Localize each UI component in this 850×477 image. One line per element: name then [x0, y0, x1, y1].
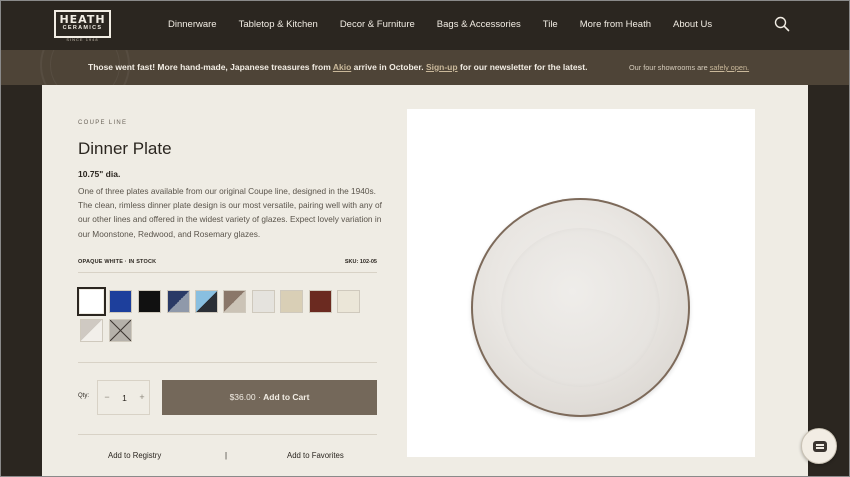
- nav-tile[interactable]: Tile: [543, 19, 558, 31]
- product-title: Dinner Plate: [78, 139, 172, 158]
- cart-separator: ·: [255, 392, 264, 402]
- swatch-navy-split[interactable]: [167, 290, 190, 313]
- swatch-black[interactable]: [138, 290, 161, 313]
- nav-decor-furniture[interactable]: Decor & Furniture: [340, 19, 415, 31]
- swatch-opaque-white[interactable]: [77, 287, 106, 316]
- swatch-cobalt[interactable]: [109, 290, 132, 313]
- divider-bottom: [78, 434, 377, 435]
- announcement-text: Those went fast! More hand-made, Japanes…: [88, 62, 587, 72]
- akio-link[interactable]: Akio: [333, 62, 351, 72]
- swatch-cream[interactable]: [337, 290, 360, 313]
- glaze-meta-row: OPAQUE WHITE · IN STOCK SKU: 102-05: [78, 259, 377, 273]
- safely-open-link[interactable]: safely open.: [710, 63, 749, 72]
- product-panel: COUPE LINE Dinner Plate 10.75" dia. One …: [42, 85, 808, 477]
- chat-icon: [813, 441, 827, 452]
- cart-label: Add to Cart: [263, 392, 310, 402]
- nav-tabletop-kitchen[interactable]: Tabletop & Kitchen: [239, 19, 318, 31]
- announcement-text-2: arrive in October.: [353, 62, 424, 72]
- search-icon: [774, 16, 790, 32]
- cart-price: $36.00: [229, 392, 256, 402]
- announcement-text-3: for our newsletter for the latest.: [459, 62, 588, 72]
- heath-logo[interactable]: HEATH CERAMICS: [54, 10, 111, 38]
- announcement-bar: Those went fast! More hand-made, Japanes…: [0, 50, 850, 85]
- swatch-brown-split[interactable]: [223, 290, 246, 313]
- add-to-registry-link[interactable]: Add to Registry: [108, 451, 161, 460]
- swatch-sky-split[interactable]: [195, 290, 218, 313]
- qty-label: Qty:: [78, 393, 90, 399]
- showrooms-notice: Our four showrooms are safely open.: [629, 63, 749, 72]
- logo-since: SINCE 1948: [66, 37, 99, 42]
- showrooms-text: Our four showrooms are: [629, 63, 708, 72]
- qty-increment-button[interactable]: +: [137, 392, 147, 402]
- glaze-status: OPAQUE WHITE · IN STOCK: [78, 259, 157, 265]
- link-separator: |: [225, 451, 228, 460]
- nav-bags-accessories[interactable]: Bags & Accessories: [437, 19, 521, 31]
- add-to-cart-button[interactable]: $36.00 · Add to Cart: [162, 380, 377, 415]
- search-button[interactable]: [774, 16, 790, 32]
- logo-wordmark: HEATH: [59, 13, 106, 26]
- product-description: One of three plates available from our o…: [78, 186, 382, 239]
- add-to-favorites-link[interactable]: Add to Favorites: [287, 451, 344, 460]
- dinner-plate-image: [471, 198, 690, 417]
- plate-surface: [473, 200, 688, 415]
- nav-dinnerware[interactable]: Dinnerware: [168, 19, 217, 31]
- divider-top: [78, 362, 377, 363]
- nav-about-us[interactable]: About Us: [673, 19, 712, 31]
- product-line-label[interactable]: COUPE LINE: [78, 120, 127, 126]
- qty-value[interactable]: 1: [118, 393, 131, 403]
- swatch-redwood[interactable]: [309, 290, 332, 313]
- plate-well: [501, 228, 660, 387]
- swatch-sand[interactable]: [280, 290, 303, 313]
- chat-button[interactable]: [801, 428, 837, 464]
- product-size: 10.75" dia.: [78, 169, 121, 179]
- swatch-grey-split[interactable]: [80, 319, 103, 342]
- main-nav: Dinnerware Tabletop & Kitchen Decor & Fu…: [168, 19, 734, 31]
- signup-link[interactable]: Sign-up: [426, 62, 458, 72]
- swatch-light-grey[interactable]: [252, 290, 275, 313]
- product-image[interactable]: [407, 109, 755, 457]
- announcement-text-1: Those went fast! More hand-made, Japanes…: [88, 62, 331, 72]
- quantity-stepper[interactable]: − 1 +: [97, 380, 150, 415]
- sku-label: SKU: 102-05: [344, 259, 377, 265]
- qty-decrement-button[interactable]: −: [102, 392, 112, 402]
- logo-subtitle: CERAMICS: [62, 25, 103, 31]
- swatch-unavailable[interactable]: [109, 319, 132, 342]
- unavailable-cross-icon: [110, 320, 131, 341]
- top-navigation: HEATH CERAMICS SINCE 1948 Dinnerware Tab…: [0, 0, 850, 50]
- nav-more-from-heath[interactable]: More from Heath: [580, 19, 651, 31]
